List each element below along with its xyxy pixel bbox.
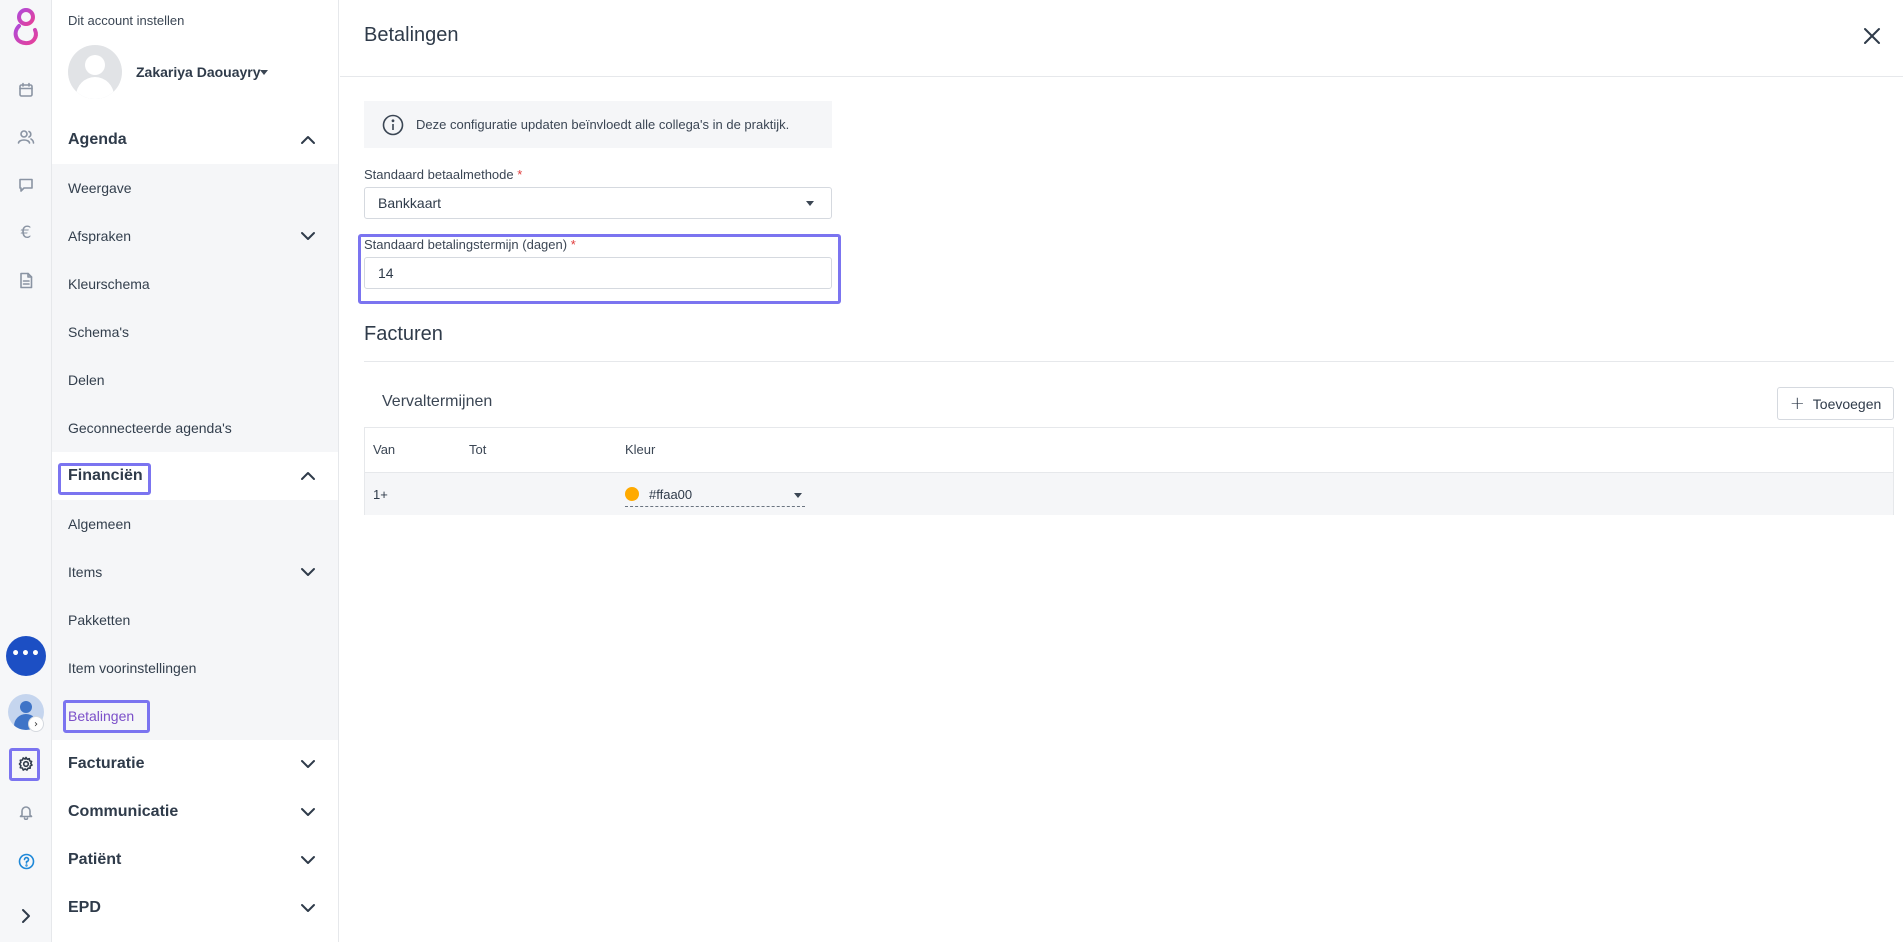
item-label: Geconnecteerde agenda's — [68, 420, 232, 436]
item-label: Pakketten — [68, 612, 131, 628]
chevron-down-icon — [300, 564, 316, 583]
section-label: Patiënt — [68, 851, 122, 868]
highlight-gear — [9, 748, 40, 781]
chat-icon[interactable] — [0, 175, 52, 195]
section-label: Facturatie — [68, 755, 145, 772]
help-icon[interactable] — [0, 851, 52, 871]
users-icon[interactable] — [0, 127, 52, 147]
item-label: Algemeen — [68, 516, 132, 532]
section-label: Agenda — [68, 131, 127, 148]
chevron-up-icon — [300, 132, 316, 153]
payment-method-value: Bankkaart — [378, 195, 442, 211]
main-panel: Betalingen Deze configuratie updaten beï… — [340, 0, 1903, 942]
chevron-right-icon[interactable] — [0, 906, 52, 926]
chevron-down-icon — [300, 228, 316, 247]
bell-icon[interactable] — [0, 802, 52, 822]
add-button-label: Toevoegen — [1812, 395, 1882, 412]
settings-sidebar: Dit account instellen Zakariya Daouayry … — [52, 0, 339, 942]
sidebar-item-pakketten[interactable]: Pakketten — [52, 596, 338, 644]
plus-icon: + — [1789, 393, 1805, 414]
agenda-submenu: Weergave Afspraken Kleurschema Schema's … — [52, 164, 338, 452]
document-icon[interactable] — [0, 270, 52, 290]
column-header-kleur: Kleur — [625, 442, 656, 457]
account-settings-title: Dit account instellen — [68, 13, 185, 28]
calendar-icon[interactable] — [0, 80, 52, 100]
caret-down-icon — [794, 493, 802, 498]
profile-avatar[interactable] — [68, 45, 122, 99]
user-name[interactable]: Zakariya Daouayry — [136, 64, 261, 80]
due-terms-table: Van Tot Kleur 1+ #ffaa00 — [364, 427, 1894, 515]
add-button[interactable]: + Toevoegen — [1777, 387, 1894, 420]
highlight-payment-term — [358, 234, 841, 304]
item-label: Kleurschema — [68, 276, 150, 292]
expand-chevron-icon[interactable]: › — [28, 716, 44, 732]
page-title: Betalingen — [364, 24, 459, 46]
highlight-financien — [58, 463, 151, 495]
invoices-title: Facturen — [364, 323, 443, 345]
color-value: #ffaa00 — [649, 487, 693, 502]
color-swatch — [625, 487, 639, 501]
caret-down-icon — [806, 201, 814, 206]
chevron-up-icon — [300, 468, 316, 489]
color-select[interactable]: #ffaa00 — [625, 481, 805, 507]
sidebar-section-agenda[interactable]: Agenda — [52, 116, 338, 164]
column-header-tot: Tot — [469, 442, 487, 457]
close-icon[interactable] — [1863, 27, 1881, 45]
item-label: Afspraken — [68, 228, 132, 244]
sidebar-item-item-voorinstellingen[interactable]: Item voorinstellingen — [52, 644, 338, 692]
item-label: Item voorinstellingen — [68, 660, 197, 676]
sidebar-item-delen[interactable]: Delen — [52, 356, 338, 404]
header-divider — [340, 76, 1903, 77]
sidebar-item-algemeen[interactable]: Algemeen — [52, 500, 338, 548]
chevron-down-icon — [300, 756, 316, 777]
due-terms-title: Vervaltermijnen — [382, 393, 493, 410]
item-label: Weergave — [68, 180, 132, 196]
chevron-down-icon — [300, 852, 316, 873]
sidebar-section-epd[interactable]: EPD — [52, 884, 338, 932]
euro-icon[interactable]: € — [0, 222, 52, 244]
sidebar-item-weergave[interactable]: Weergave — [52, 164, 338, 212]
sidebar-section-facturatie[interactable]: Facturatie — [52, 740, 338, 788]
sidebar-item-afspraken[interactable]: Afspraken — [52, 212, 338, 260]
sidebar-section-communicatie[interactable]: Communicatie — [52, 788, 338, 836]
column-header-van: Van — [373, 442, 396, 457]
required-mark: * — [517, 167, 523, 182]
info-icon — [382, 114, 404, 136]
icon-rail: € ••• › — [0, 0, 52, 942]
section-label: EPD — [68, 899, 101, 916]
sidebar-section-patient[interactable]: Patiënt — [52, 836, 338, 884]
section-label: Communicatie — [68, 803, 179, 820]
user-menu-caret-icon[interactable] — [260, 70, 268, 75]
item-label: Schema's — [68, 324, 130, 340]
highlight-betalingen — [63, 700, 150, 733]
info-text: Deze configuratie updaten beïnvloedt all… — [416, 117, 790, 132]
invoices-divider — [364, 361, 1894, 362]
payment-method-label: Standaard betaalmethode * — [364, 167, 522, 182]
chevron-down-icon — [300, 900, 316, 921]
chat-bubble-icon[interactable]: ••• — [6, 636, 46, 676]
sidebar-item-items[interactable]: Items — [52, 548, 338, 596]
item-label: Delen — [68, 372, 105, 388]
sidebar-item-geconnecteerde-agendas[interactable]: Geconnecteerde agenda's — [52, 404, 338, 452]
user-avatar-wrap — [0, 694, 52, 730]
cell-van: 1+ — [373, 487, 388, 502]
payment-method-label-text: Standaard betaalmethode — [364, 167, 514, 182]
payment-method-select[interactable]: Bankkaart — [364, 187, 832, 219]
chat-fab-wrap: ••• — [0, 636, 52, 676]
chevron-down-icon — [300, 804, 316, 825]
table-row[interactable]: 1+ #ffaa00 — [365, 472, 1893, 515]
item-label: Items — [68, 564, 103, 580]
app-logo[interactable] — [0, 6, 52, 48]
sidebar-item-kleurschema[interactable]: Kleurschema — [52, 260, 338, 308]
chat-dots: ••• — [11, 646, 41, 662]
info-banner: Deze configuratie updaten beïnvloedt all… — [364, 101, 832, 148]
sidebar-item-schemas[interactable]: Schema's — [52, 308, 338, 356]
